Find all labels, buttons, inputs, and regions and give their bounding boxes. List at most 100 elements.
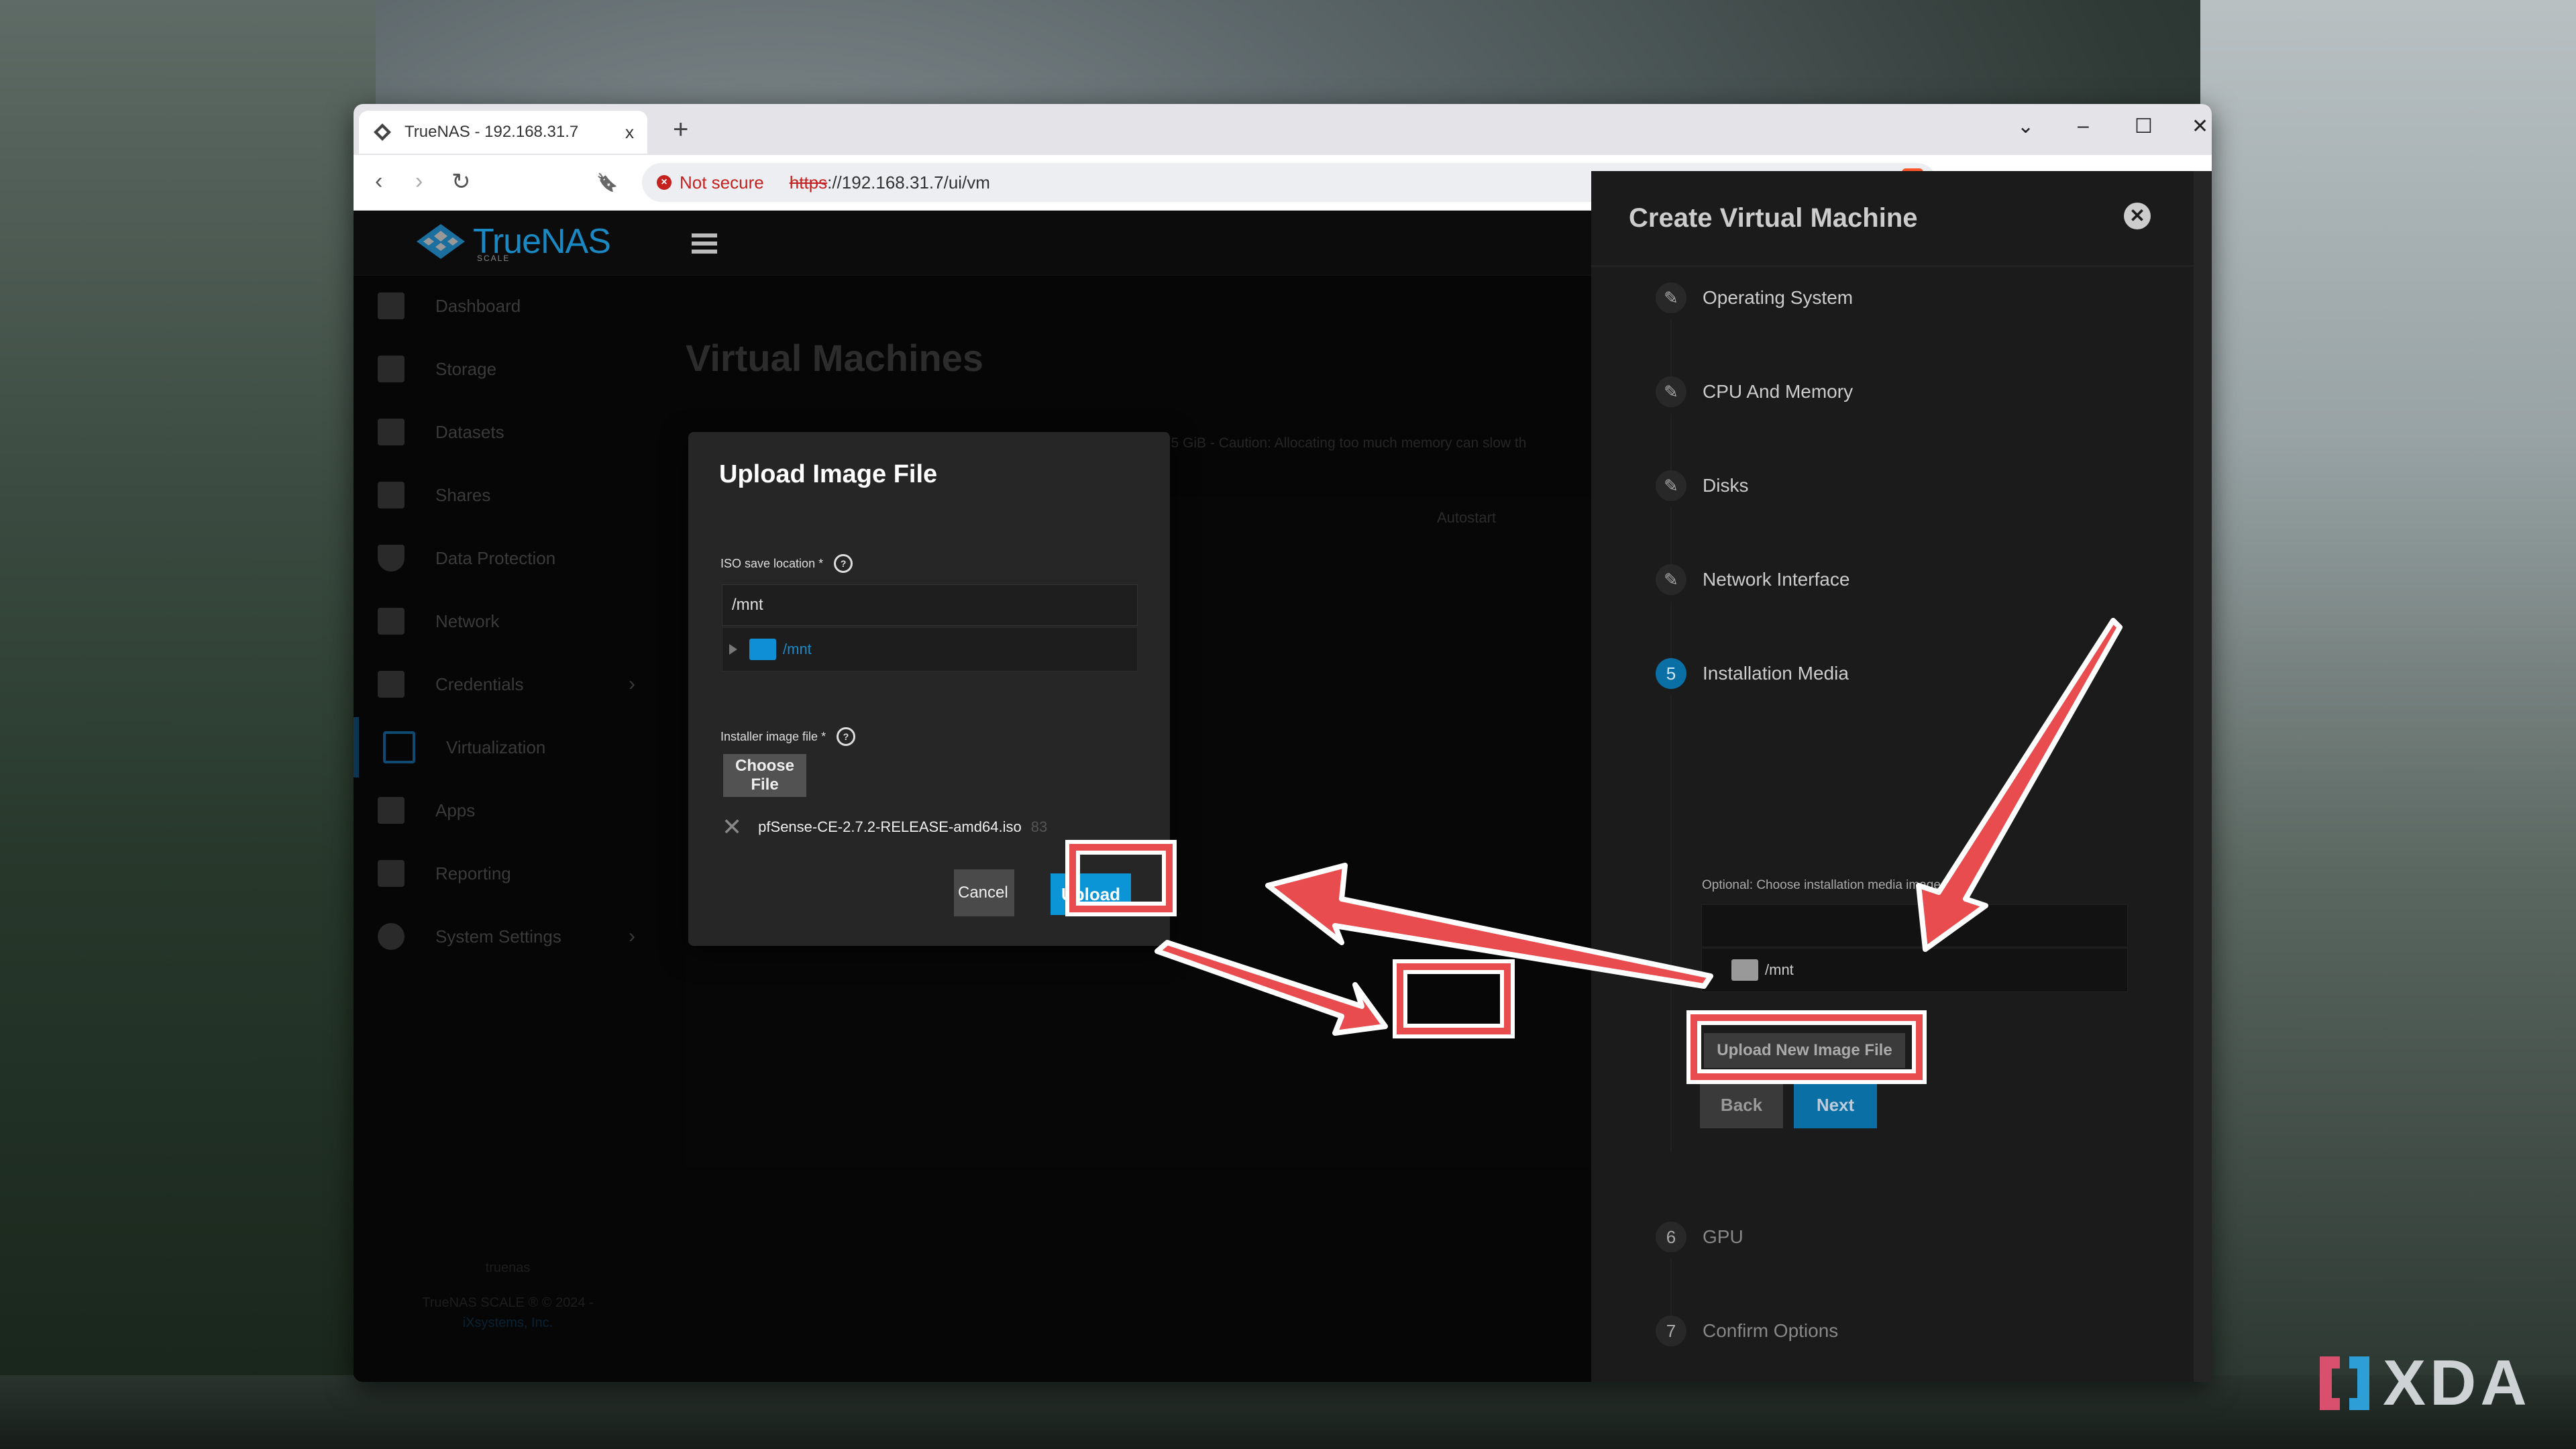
step-label: GPU (1703, 1226, 1743, 1247)
sidebar-item-network[interactable]: Network (354, 591, 662, 651)
sidebar: Dashboard Storage Datasets Shares Data P… (354, 276, 665, 1382)
sidebar-item-label: System Settings (435, 926, 561, 947)
upload-new-image-button[interactable]: Upload New Image File (1704, 1033, 1905, 1068)
xda-watermark: XDA (2320, 1347, 2531, 1419)
new-tab-button[interactable]: + (673, 116, 688, 143)
back-button[interactable]: ‹ (375, 168, 382, 195)
edit-pencil-icon: ✎ (1656, 470, 1686, 501)
step-cpu-memory[interactable]: ✎ CPU And Memory (1656, 376, 1853, 407)
sidebar-item-credentials[interactable]: Credentials › (354, 654, 662, 714)
help-icon[interactable]: ? (837, 727, 856, 746)
dashboard-icon (378, 292, 405, 319)
sidebar-item-apps[interactable]: Apps (354, 780, 662, 841)
reporting-icon (378, 860, 405, 887)
minimize-button[interactable]: – (2078, 115, 2089, 138)
edit-pencil-icon: ✎ (1656, 376, 1686, 407)
sidebar-item-label: Reporting (435, 863, 511, 883)
laptop-icon (383, 731, 415, 763)
installation-media-input[interactable] (1701, 904, 2128, 947)
sidebar-item-datasets[interactable]: Datasets (354, 402, 662, 462)
tree-node-mnt[interactable]: /mnt (783, 641, 812, 658)
sidebar-item-label: Dashboard (435, 295, 521, 316)
iso-location-label-text: ISO save location * (720, 556, 824, 570)
create-vm-panel: Create Virtual Machine ✕ ✎ Operating Syst… (1591, 171, 2194, 1382)
step-gpu[interactable]: 6 GPU (1656, 1222, 1743, 1252)
browser-tab-truenas[interactable]: TrueNAS - 192.168.31.7 x (359, 111, 647, 154)
tab-bar: TrueNAS - 192.168.31.7 x + ⌄ – ☐ ✕ (354, 104, 2212, 155)
desktop-wallpaper-left (0, 0, 376, 1449)
panel-title: Create Virtual Machine (1629, 203, 1918, 233)
upload-button[interactable]: Upload (1051, 873, 1131, 915)
page-title: Virtual Machines (686, 337, 984, 379)
sidebar-toggle-button[interactable] (692, 233, 717, 258)
iso-location-label: ISO save location * ? (720, 554, 853, 573)
bookmark-icon[interactable]: 🔖 (596, 172, 618, 193)
cancel-button[interactable]: Cancel (954, 869, 1014, 916)
iso-location-tree[interactable]: /mnt (722, 627, 1138, 672)
url-path: ://192.168.31.7/ui/vm (827, 172, 990, 193)
warning-icon: × (657, 175, 672, 190)
copyright-text: TrueNAS SCALE ® © 2024 - (422, 1295, 594, 1310)
sidebar-item-dashboard[interactable]: Dashboard (354, 276, 662, 336)
choose-file-button[interactable]: Choose File (723, 754, 806, 797)
step-label: Confirm Options (1703, 1320, 1839, 1341)
sidebar-item-system-settings[interactable]: System Settings › (354, 906, 662, 967)
truenas-favicon-icon (374, 123, 391, 141)
edit-pencil-icon: ✎ (1656, 564, 1686, 595)
apps-icon (378, 797, 405, 824)
step-network-interface[interactable]: ✎ Network Interface (1656, 564, 1849, 595)
step-number-badge: 6 (1656, 1222, 1686, 1252)
selected-file-name: pfSense-CE-2.7.2-RELEASE-amd64.iso (758, 818, 1022, 835)
selected-file-row: ✕ pfSense-CE-2.7.2-RELEASE-amd64.iso 83 (722, 813, 1047, 841)
installation-media-tree[interactable]: /mnt (1701, 948, 2128, 992)
forward-button[interactable]: › (415, 168, 423, 195)
xda-watermark-text: XDA (2383, 1347, 2531, 1419)
next-button[interactable]: Next (1794, 1081, 1877, 1128)
truenas-logo[interactable]: TrueNAS (414, 221, 611, 262)
hostname-label: truenas (485, 1260, 531, 1275)
desktop-wallpaper-right (2200, 0, 2576, 1449)
network-icon (378, 608, 405, 635)
company-link[interactable]: iXsystems, Inc. (354, 1316, 662, 1331)
sidebar-item-virtualization[interactable]: Virtualization (354, 717, 667, 777)
truenas-logo-icon (417, 224, 465, 259)
installation-media-label: Optional: Choose installation media imag… (1702, 878, 1941, 892)
step-label: Operating System (1703, 287, 1854, 308)
step-label: Network Interface (1703, 569, 1850, 590)
back-button[interactable]: Back (1700, 1081, 1783, 1128)
reload-button[interactable]: ↻ (451, 168, 471, 195)
panel-scrollbar[interactable] (2194, 171, 2212, 1382)
tree-node-mnt[interactable]: /mnt (1765, 961, 1794, 979)
step-disks[interactable]: ✎ Disks (1656, 470, 1748, 501)
expand-arrow-icon[interactable] (729, 644, 737, 655)
tab-close-icon[interactable]: x (625, 122, 634, 143)
sidebar-item-label: Virtualization (446, 737, 546, 757)
iso-location-value: /mnt (732, 596, 763, 614)
close-panel-icon[interactable]: ✕ (2124, 203, 2151, 229)
close-window-button[interactable]: ✕ (2192, 115, 2208, 138)
installer-file-label-row: Installer image file * ? (720, 727, 856, 746)
sidebar-item-data-protection[interactable]: Data Protection (354, 528, 662, 588)
sidebar-item-reporting[interactable]: Reporting (354, 843, 662, 904)
help-icon[interactable]: ? (834, 554, 853, 573)
memory-value: 53.75 GiB - Caution: Allocating too much… (1143, 435, 1527, 451)
sidebar-item-label: Apps (435, 800, 476, 820)
step-installation-media[interactable]: 5 Installation Media (1656, 658, 1849, 689)
step-label: CPU And Memory (1703, 381, 1854, 402)
hamburger-bar (692, 250, 717, 254)
panel-header: Create Virtual Machine ✕ (1591, 171, 2194, 267)
step-confirm-options[interactable]: 7 Confirm Options (1656, 1316, 1838, 1346)
iso-location-input[interactable]: /mnt (722, 584, 1138, 626)
column-header-autostart[interactable]: Autostart (1437, 509, 1496, 527)
maximize-button[interactable]: ☐ (2135, 115, 2153, 138)
security-indicator[interactable]: × Not secure (657, 172, 764, 193)
sidebar-item-shares[interactable]: Shares (354, 465, 662, 525)
desktop-wallpaper-bottom (0, 1375, 2576, 1449)
dialog-title: Upload Image File (719, 460, 938, 488)
tab-search-icon[interactable]: ⌄ (2017, 115, 2034, 138)
sidebar-item-storage[interactable]: Storage (354, 339, 662, 399)
shield-icon (378, 545, 405, 572)
remove-file-icon[interactable]: ✕ (722, 813, 742, 841)
sidebar-item-label: Network (435, 610, 500, 631)
step-operating-system[interactable]: ✎ Operating System (1656, 282, 1853, 313)
